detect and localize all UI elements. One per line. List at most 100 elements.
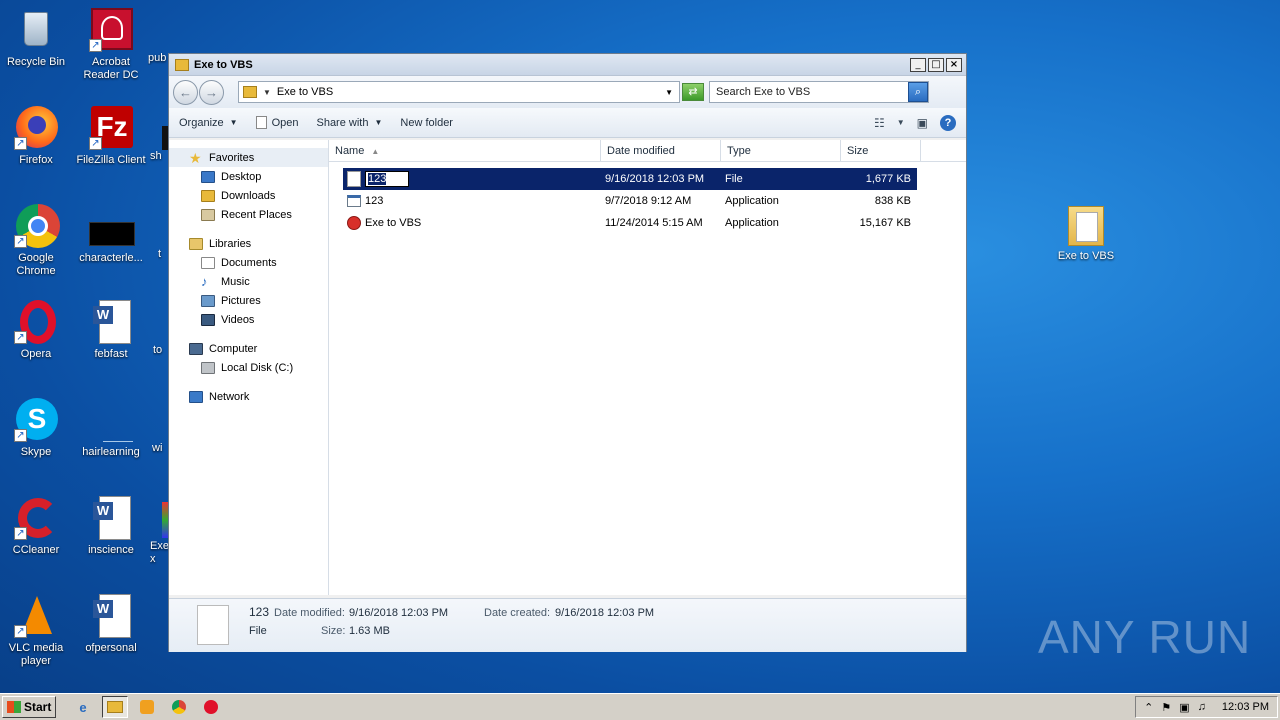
desktop-icon-label: Google Chrome: [16, 252, 56, 277]
desktop-icon-chrome[interactable]: ↗ Google Chrome: [0, 204, 72, 278]
nav-local-disk[interactable]: Local Disk (C:): [169, 358, 328, 377]
search-icon[interactable]: ⌕: [908, 82, 928, 102]
nav-documents[interactable]: Documents: [169, 253, 328, 272]
explorer-taskbar-button[interactable]: [102, 696, 128, 718]
breadcrumb[interactable]: Exe to VBS: [277, 86, 665, 98]
desktop-icon-hairlearning[interactable]: hairlearning: [75, 398, 147, 459]
chevron-down-icon[interactable]: ▼: [665, 88, 673, 97]
desktop-icon-firefox[interactable]: ↗ Firefox: [0, 106, 72, 167]
nav-favorites[interactable]: ★ Favorites: [169, 148, 328, 167]
navigation-pane: ★ Favorites Desktop Downloads Recent Pla…: [169, 140, 329, 595]
windows-logo-icon: [7, 701, 21, 713]
column-header-size[interactable]: Size: [841, 140, 921, 161]
desktop-icon-inscience[interactable]: W inscience: [75, 496, 147, 557]
minimize-button[interactable]: _: [910, 57, 926, 72]
desktop-icon-exe-to-vbs-folder[interactable]: Exe to VBS: [1050, 202, 1122, 263]
desktop-icon-ccleaner[interactable]: ↗ CCleaner: [0, 496, 72, 557]
details-date-modified: 9/16/2018 12:03 PM: [349, 607, 449, 619]
open-button[interactable]: Open: [255, 116, 298, 129]
computer-icon: [189, 342, 203, 355]
file-name: 123: [365, 195, 384, 207]
network-tray-icon[interactable]: ▣: [1179, 701, 1189, 714]
column-header-spacer: [921, 140, 961, 161]
nav-pictures[interactable]: Pictures: [169, 291, 328, 310]
column-header-date-modified[interactable]: Date modified: [601, 140, 721, 161]
table-row[interactable]: Exe to VBS 11/24/2014 5:15 AM Applicatio…: [343, 212, 966, 234]
chevron-down-icon[interactable]: ▼: [897, 118, 905, 127]
chrome-icon: ↗: [14, 204, 60, 248]
help-icon[interactable]: ?: [940, 114, 956, 131]
column-headers: Name ▲ Date modified Type Size: [329, 140, 966, 162]
shortcut-arrow-icon: ↗: [89, 39, 102, 52]
desktop-icon-opera[interactable]: ↗ Opera: [0, 300, 72, 361]
desktop-icon-acrobat[interactable]: ↗ Acrobat Reader DC: [75, 8, 147, 82]
desktop-icon-skype[interactable]: S ↗ Skype: [0, 398, 72, 459]
nav-computer[interactable]: Computer: [169, 339, 328, 358]
forward-button[interactable]: →: [199, 79, 224, 105]
address-bar[interactable]: ▼ Exe to VBS ▼: [238, 81, 680, 103]
table-row[interactable]: 123 9/16/2018 12:03 PM File 1,677 KB: [343, 168, 917, 190]
nav-desktop[interactable]: Desktop: [169, 167, 328, 186]
desktop-icon-label: Firefox: [19, 154, 53, 166]
back-button[interactable]: ←: [173, 79, 198, 105]
internet-explorer-icon[interactable]: e: [70, 696, 96, 718]
organize-button[interactable]: Organize ▼: [179, 117, 238, 129]
volume-icon[interactable]: ♫: [1198, 701, 1206, 713]
folder-icon: [1064, 202, 1108, 246]
show-hidden-icons-icon[interactable]: ⌃: [1144, 701, 1153, 714]
start-button[interactable]: Start: [2, 696, 56, 718]
desktop-icon-label: sh: [150, 150, 162, 162]
nav-recent-places[interactable]: Recent Places: [169, 205, 328, 224]
opera-taskbar-icon[interactable]: [198, 696, 224, 718]
table-row[interactable]: 123 9/7/2018 9:12 AM Application 838 KB: [343, 190, 966, 212]
breadcrumb-chevron-icon[interactable]: ▼: [263, 88, 271, 97]
opera-icon: ↗: [14, 300, 58, 344]
file-size: 15,167 KB: [859, 217, 911, 229]
details-date-modified-label: Date modified:: [274, 607, 345, 619]
file-name: 123: [368, 173, 387, 185]
desktop-icon-vlc[interactable]: ↗ VLC media player: [0, 594, 72, 668]
nav-videos[interactable]: Videos: [169, 310, 328, 329]
nav-network[interactable]: Network: [169, 387, 328, 406]
file-icon: [150, 496, 170, 540]
desktop-icon-sh[interactable]: sh: [150, 106, 170, 163]
nav-downloads[interactable]: Downloads: [169, 186, 328, 205]
search-placeholder: Search Exe to VBS: [716, 86, 811, 98]
shortcut-arrow-icon: ↗: [14, 137, 27, 150]
change-view-icon[interactable]: ☷: [874, 116, 885, 130]
window-titlebar[interactable]: Exe to VBS _ □ ×: [169, 54, 966, 76]
videos-icon: [201, 313, 215, 326]
maximize-button[interactable]: □: [928, 57, 944, 72]
clock[interactable]: 12:03 PM: [1222, 701, 1269, 713]
chrome-taskbar-icon[interactable]: [166, 696, 192, 718]
desktop-icon-ofpersonal[interactable]: W ofpersonal: [75, 594, 147, 655]
desktop-icon-filezilla[interactable]: Fz ↗ FileZilla Client: [75, 106, 147, 167]
desktop-icon-recycle-bin[interactable]: Recycle Bin: [0, 8, 72, 69]
nav-music[interactable]: ♪ Music: [169, 272, 328, 291]
desktop-icon-exe-x[interactable]: Exe x: [150, 496, 170, 566]
file-type: Application: [725, 217, 779, 229]
acrobat-icon: ↗: [89, 8, 133, 52]
libraries-icon: [189, 237, 203, 250]
desktop-icon-febfast[interactable]: W febfast: [75, 300, 147, 361]
preview-pane-icon[interactable]: ▣: [917, 116, 928, 130]
column-header-label: Size: [847, 145, 869, 157]
nav-libraries[interactable]: Libraries: [169, 234, 328, 253]
new-folder-label: New folder: [400, 116, 453, 129]
folder-icon: [243, 86, 257, 98]
media-player-icon[interactable]: [134, 696, 160, 718]
column-header-name[interactable]: Name ▲: [329, 140, 601, 161]
details-size: 1.63 MB: [349, 625, 390, 637]
rename-input[interactable]: 123: [365, 171, 409, 187]
column-header-label: Type: [727, 145, 751, 157]
nav-label: Network: [209, 390, 250, 403]
close-button[interactable]: ×: [946, 57, 962, 72]
action-center-flag-icon[interactable]: ⚑: [1161, 701, 1171, 714]
shortcut-arrow-icon: ↗: [14, 625, 27, 638]
desktop-icon-characterle[interactable]: characterle...: [75, 204, 147, 265]
search-input[interactable]: Search Exe to VBS ⌕: [709, 81, 929, 103]
column-header-type[interactable]: Type: [721, 140, 841, 161]
refresh-button[interactable]: ⇄: [682, 83, 704, 101]
new-folder-button[interactable]: New folder: [400, 117, 453, 129]
share-with-button[interactable]: Share with ▼: [316, 117, 382, 129]
